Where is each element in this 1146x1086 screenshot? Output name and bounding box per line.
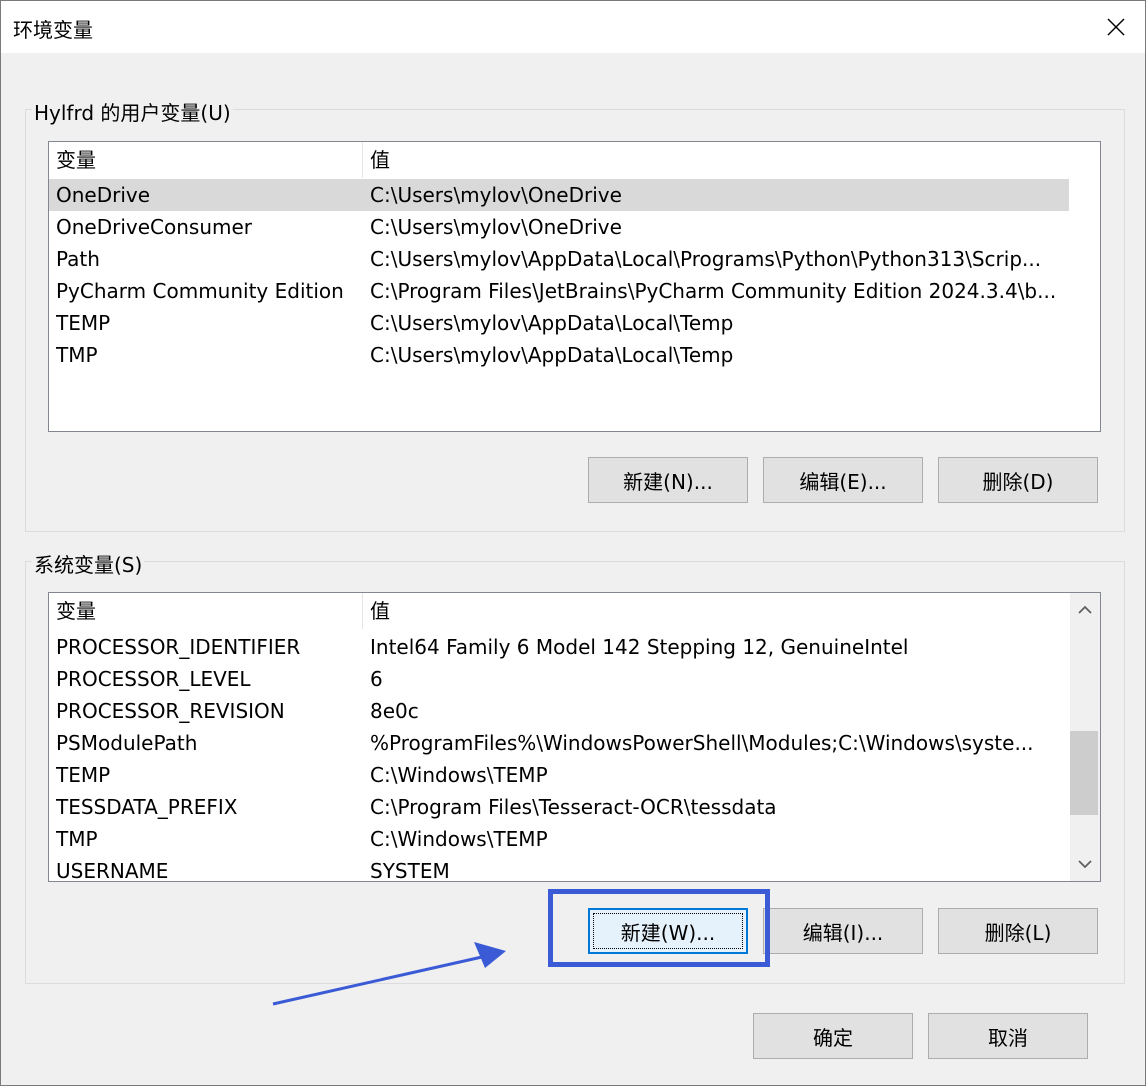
user-variables-header: 变量 值 — [49, 142, 1069, 178]
close-button[interactable] — [1087, 1, 1145, 53]
table-row[interactable]: OneDriveConsumer C:\Users\mylov\OneDrive — [49, 211, 1069, 243]
table-row[interactable]: TEMP C:\Windows\TEMP — [49, 759, 1069, 791]
window-title: 环境变量 — [13, 18, 93, 42]
close-icon — [1107, 18, 1125, 36]
user-variables-label: Hylfrd 的用户变量(U) — [32, 97, 233, 126]
system-variables-header: 变量 值 — [49, 593, 1069, 629]
ok-button[interactable]: 确定 — [753, 1013, 913, 1059]
table-row[interactable]: PyCharm Community Edition C:\Program Fil… — [49, 275, 1069, 307]
variable-value: 8e0c — [370, 699, 419, 723]
chevron-up-icon — [1078, 605, 1092, 614]
variable-name: PSModulePath — [56, 731, 198, 755]
variable-name: USERNAME — [56, 859, 169, 882]
variable-name: PyCharm Community Edition — [56, 279, 344, 303]
table-row[interactable]: USERNAME SYSTEM — [49, 855, 1069, 882]
column-header-value[interactable]: 值 — [363, 593, 1069, 629]
system-edit-button[interactable]: 编辑(I)... — [763, 908, 923, 954]
variable-value: C:\Windows\TEMP — [370, 763, 548, 787]
scroll-thumb[interactable] — [1070, 731, 1098, 815]
vertical-scrollbar[interactable] — [1070, 593, 1100, 881]
table-row[interactable]: TEMP C:\Users\mylov\AppData\Local\Temp — [49, 307, 1069, 339]
cancel-button[interactable]: 取消 — [928, 1013, 1088, 1059]
column-header-variable[interactable]: 变量 — [49, 142, 363, 178]
system-delete-button[interactable]: 删除(L) — [938, 908, 1098, 954]
column-header-value[interactable]: 值 — [363, 142, 1069, 178]
variable-value: C:\Users\mylov\AppData\Local\Temp — [370, 311, 734, 335]
table-row[interactable]: TMP C:\Users\mylov\AppData\Local\Temp — [49, 339, 1069, 371]
variable-name: PROCESSOR_IDENTIFIER — [56, 635, 301, 659]
variable-value: SYSTEM — [370, 859, 450, 882]
variable-name: PROCESSOR_LEVEL — [56, 667, 251, 691]
variable-name: TEMP — [56, 763, 111, 787]
variable-value: Intel64 Family 6 Model 142 Stepping 12, … — [370, 635, 909, 659]
table-row[interactable]: Path C:\Users\mylov\AppData\Local\Progra… — [49, 243, 1069, 275]
variable-value: C:\Users\mylov\AppData\Local\Temp — [370, 343, 734, 367]
variable-value: %ProgramFiles%\WindowsPowerShell\Modules… — [370, 731, 1034, 755]
variable-value: C:\Program Files\Tesseract-OCR\tessdata — [370, 795, 777, 819]
scroll-down-button[interactable] — [1070, 847, 1100, 881]
user-delete-button[interactable]: 删除(D) — [938, 457, 1098, 503]
variable-value: C:\Users\mylov\OneDrive — [370, 183, 622, 207]
highlight-box — [548, 889, 770, 967]
variable-name: OneDriveConsumer — [56, 215, 253, 239]
variable-value: C:\Program Files\JetBrains\PyCharm Commu… — [370, 279, 1057, 303]
variable-name: Path — [56, 247, 100, 271]
variable-name: PROCESSOR_REVISION — [56, 699, 285, 723]
table-row[interactable]: TMP C:\Windows\TEMP — [49, 823, 1069, 855]
variable-name: TMP — [56, 343, 98, 367]
title-bar[interactable]: 环境变量 — [1, 1, 1145, 53]
variable-value: C:\Users\mylov\OneDrive — [370, 215, 622, 239]
table-row[interactable]: PSModulePath %ProgramFiles%\WindowsPower… — [49, 727, 1069, 759]
variable-value: C:\Windows\TEMP — [370, 827, 548, 851]
user-variables-list[interactable]: 变量 值 OneDrive C:\Users\mylov\OneDrive On… — [48, 141, 1101, 432]
table-row[interactable]: PROCESSOR_REVISION 8e0c — [49, 695, 1069, 727]
scroll-up-button[interactable] — [1070, 593, 1100, 627]
system-variables-list[interactable]: 变量 值 PROCESSOR_IDENTIFIER Intel64 Family… — [48, 592, 1101, 882]
chevron-down-icon — [1078, 860, 1092, 869]
variable-name: TEMP — [56, 311, 111, 335]
variable-name: TMP — [56, 827, 98, 851]
column-header-variable[interactable]: 变量 — [49, 593, 363, 629]
user-edit-button[interactable]: 编辑(E)... — [763, 457, 923, 503]
variable-value: 6 — [370, 667, 383, 691]
variable-value: C:\Users\mylov\AppData\Local\Programs\Py… — [370, 247, 1042, 271]
table-row[interactable]: PROCESSOR_IDENTIFIER Intel64 Family 6 Mo… — [49, 631, 1069, 663]
table-row[interactable]: OneDrive C:\Users\mylov\OneDrive — [49, 179, 1069, 211]
system-variables-label: 系统变量(S) — [32, 549, 145, 578]
user-new-button[interactable]: 新建(N)... — [588, 457, 748, 503]
variable-name: OneDrive — [56, 183, 151, 207]
table-row[interactable]: PROCESSOR_LEVEL 6 — [49, 663, 1069, 695]
table-row[interactable]: TESSDATA_PREFIX C:\Program Files\Tessera… — [49, 791, 1069, 823]
variable-name: TESSDATA_PREFIX — [56, 795, 238, 819]
